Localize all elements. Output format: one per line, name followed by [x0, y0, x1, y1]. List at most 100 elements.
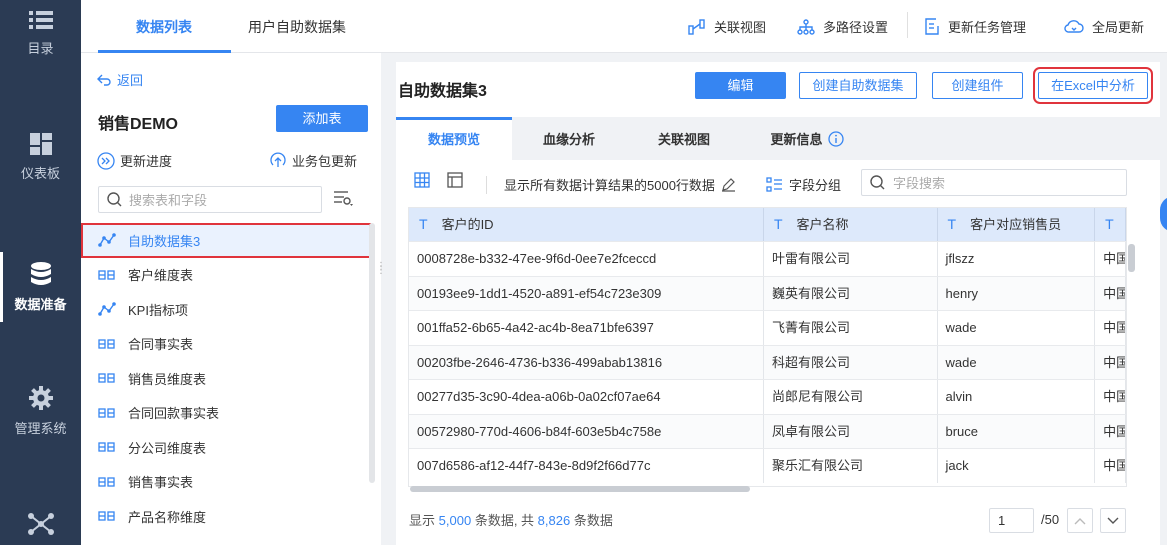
- search-icon: [870, 175, 885, 190]
- nav-item-admin[interactable]: 管理系统: [0, 386, 81, 437]
- edit-button[interactable]: 编辑: [695, 72, 786, 99]
- table-list: 自助数据集3 客户维度表 KPI指标项合同事实表销售员维度表合同回款事实表 分公司维度…: [81, 223, 371, 545]
- back-link[interactable]: 返回: [97, 70, 143, 89]
- database-icon: [30, 262, 51, 285]
- update-progress-label: 更新进度: [120, 154, 173, 169]
- update-progress-link[interactable]: 更新进度: [97, 151, 172, 170]
- nav-item-data-prep[interactable]: 数据准备: [0, 252, 81, 322]
- table-list-item[interactable]: 合同回款事实表: [81, 396, 371, 431]
- column-header-label: 客户名称: [796, 217, 849, 232]
- table-cell: 中国: [1095, 242, 1126, 276]
- upload-circle-icon: [270, 152, 286, 167]
- table-search-input[interactable]: 搜索表和字段: [98, 186, 322, 213]
- divider: [486, 176, 487, 194]
- global-update-button[interactable]: 全局更新: [1064, 17, 1144, 36]
- grid-view-icon[interactable]: [414, 172, 430, 188]
- info-icon[interactable]: [827, 130, 844, 147]
- text-type-icon: T: [947, 216, 957, 232]
- filter-sort-icon[interactable]: [333, 189, 355, 207]
- nav-item-catalog[interactable]: 目录: [0, 10, 81, 57]
- table-list-item[interactable]: 销售员维度表: [81, 361, 371, 396]
- table-list-item[interactable]: 产品名称维度: [81, 499, 371, 534]
- detail-tabs: 数据预览 血缘分析 关联视图 更新信息: [396, 117, 1160, 160]
- table-list-item[interactable]: 客户维度表: [81, 258, 371, 293]
- add-table-button[interactable]: 添加表: [276, 105, 368, 132]
- self-service-dataset-icon: [98, 302, 116, 317]
- dashboard-icon: [29, 133, 52, 155]
- table-name: 合同事实表: [128, 337, 194, 353]
- cloud-refresh-icon: [1064, 19, 1084, 33]
- table-cell: jflszz: [938, 242, 1096, 276]
- column-header[interactable]: T: [1095, 208, 1126, 241]
- table-list-item[interactable]: 合同事实表: [81, 327, 371, 362]
- column-header-label: 客户对应销售员: [970, 217, 1062, 232]
- back-arrow-icon: [97, 74, 111, 86]
- table-row: 00572980-770d-4606-b84f-603e5b4c758e 凤卓有限…: [409, 413, 1126, 448]
- self-service-dataset-icon: [98, 233, 116, 248]
- table-cell: 聚乐汇有限公司: [764, 449, 938, 483]
- detail-view-icon[interactable]: [447, 172, 463, 188]
- floating-assistant-tab[interactable]: [1160, 196, 1167, 232]
- prev-page-button[interactable]: [1067, 508, 1093, 533]
- table-row: 00193ee9-1dd1-4520-a891-ef54c723e309 巍英有限…: [409, 275, 1126, 310]
- back-label: 返回: [117, 73, 144, 88]
- chevron-down-icon: [1107, 517, 1119, 524]
- analyze-in-excel-button[interactable]: 在Excel中分析: [1033, 67, 1153, 104]
- tab-update-info[interactable]: 更新信息: [742, 117, 872, 160]
- column-header[interactable]: T 客户名称: [764, 208, 938, 241]
- table-cell: 0008728e-b332-47ee-9f6d-0ee7e2fceccd: [409, 242, 764, 276]
- tab-relation-view[interactable]: 关联视图: [626, 117, 742, 160]
- create-component-button[interactable]: 创建组件: [932, 72, 1023, 99]
- row-limit-text: 显示所有数据计算结果的5000行数据: [504, 178, 715, 193]
- relation-view-icon: [688, 18, 705, 35]
- field-group-button[interactable]: 字段分组: [766, 175, 841, 194]
- table-list-item[interactable]: 销售事实表: [81, 465, 371, 500]
- text-type-icon: T: [419, 216, 428, 232]
- table-row: 001ffa52-6b65-4a42-ac4b-8ea71bfe6397 飞菁有限…: [409, 310, 1126, 345]
- edit-pencil-icon[interactable]: [721, 177, 736, 192]
- row-limit-info: 显示所有数据计算结果的5000行数据: [504, 175, 736, 194]
- package-update-link[interactable]: 业务包更新: [269, 151, 357, 170]
- page-number-input[interactable]: 1: [989, 508, 1034, 533]
- panel-resize-handle[interactable]: ⋮ ⋮: [376, 262, 386, 276]
- vertical-scrollbar[interactable]: [1128, 244, 1135, 272]
- table-body: 0008728e-b332-47ee-9f6d-0ee7e2fceccd 叶雷有限…: [409, 241, 1126, 483]
- table-list-item[interactable]: 分公司维度表: [81, 430, 371, 465]
- multipath-settings-label: 多路径设置: [823, 20, 889, 35]
- update-task-label: 更新任务管理: [948, 20, 1027, 35]
- task-list-icon: [925, 18, 939, 35]
- field-search-input[interactable]: 字段搜索: [861, 169, 1127, 196]
- total-count: 8,826: [537, 513, 571, 528]
- update-task-button[interactable]: 更新任务管理: [924, 17, 1026, 36]
- table-list-item[interactable]: KPI指标项: [81, 292, 371, 327]
- table-list-item[interactable]: 自助数据集3: [81, 223, 371, 258]
- tab-data-preview[interactable]: 数据预览: [396, 117, 512, 160]
- column-header[interactable]: T 客户对应销售员: [938, 208, 1096, 241]
- list-icon: [28, 11, 53, 29]
- create-dataset-button[interactable]: 创建自助数据集: [799, 72, 917, 99]
- tab-data-list[interactable]: 数据列表: [136, 17, 192, 37]
- multipath-settings-button[interactable]: 多路径设置: [797, 17, 888, 36]
- table-header: T 客户的ID T 客户名称 T 客户对应销售员 T: [409, 208, 1126, 241]
- nav-item-network[interactable]: [0, 512, 81, 544]
- table-name: 销售员维度表: [128, 371, 207, 387]
- relation-view-button[interactable]: 关联视图: [688, 17, 766, 36]
- shown-count: 5,000: [438, 513, 472, 528]
- db-table-icon: [98, 339, 115, 349]
- horizontal-scrollbar[interactable]: [410, 486, 750, 492]
- table-cell: 中国: [1095, 276, 1126, 310]
- nav-item-dashboard[interactable]: 仪表板: [0, 133, 81, 182]
- column-header[interactable]: T 客户的ID: [409, 208, 764, 241]
- db-table-icon: [98, 408, 115, 418]
- nav-label: 管理系统: [14, 421, 67, 436]
- tab-user-datasets[interactable]: 用户自助数据集: [248, 17, 346, 37]
- next-page-button[interactable]: [1100, 508, 1126, 533]
- db-table-icon: [98, 270, 115, 280]
- package-title: 销售DEMO: [98, 116, 179, 133]
- page-total: /50: [1041, 512, 1060, 527]
- tab-lineage[interactable]: 血缘分析: [512, 117, 626, 160]
- nav-label: 仪表板: [20, 166, 60, 181]
- sidebar-scrollbar[interactable]: [369, 223, 375, 483]
- chevron-up-icon: [1074, 517, 1086, 524]
- network-icon: [27, 513, 54, 535]
